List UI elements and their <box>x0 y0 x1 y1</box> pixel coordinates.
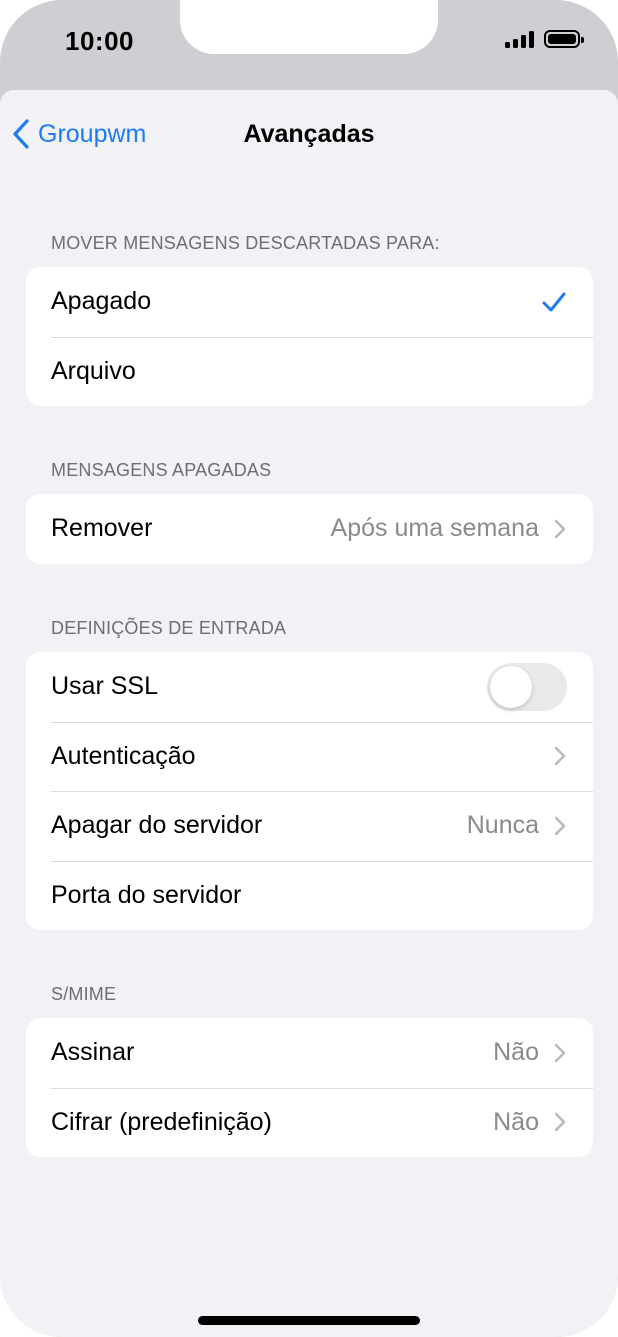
status-bar: 10:00 <box>0 0 618 90</box>
sign-label: Assinar <box>51 1038 135 1067</box>
checkmark-icon <box>542 292 566 312</box>
status-time: 10:00 <box>65 26 134 56</box>
option-arquivo[interactable]: Arquivo <box>26 336 593 407</box>
home-indicator[interactable] <box>198 1316 420 1325</box>
chevron-right-icon <box>554 747 566 766</box>
section-header-move-deleted: MOVER MENSAGENS DESCARTADAS PARA: <box>51 233 440 253</box>
page-title: Avançadas <box>243 120 375 148</box>
chevron-right-icon <box>554 1113 566 1132</box>
encrypt-label: Cifrar (predefinição) <box>51 1107 272 1136</box>
delete-from-server-row[interactable]: Apagar do servidor Nunca <box>26 791 593 861</box>
signal-icon <box>505 30 534 48</box>
status-icons <box>505 30 584 48</box>
remove-label: Remover <box>51 514 153 543</box>
delete-from-server-label: Apagar do servidor <box>51 811 263 840</box>
chevron-right-icon <box>554 1043 566 1062</box>
section-header-deleted-messages: MENSAGENS APAGADAS <box>51 460 272 480</box>
smime-group: Assinar Não Cifrar (predefinição) Não <box>26 1018 593 1157</box>
server-port-row[interactable]: Porta do servidor <box>26 860 593 931</box>
sign-value: Não <box>493 1038 539 1067</box>
option-label: Apagado <box>51 287 152 316</box>
use-ssl-toggle[interactable] <box>487 662 567 711</box>
remove-row[interactable]: Remover Após uma semana <box>26 494 593 564</box>
encrypt-value: Não <box>493 1107 539 1136</box>
navigation-bar: Groupwm Avançadas <box>0 90 618 180</box>
remove-value: Após uma semana <box>330 514 539 543</box>
chevron-right-icon <box>554 519 566 538</box>
settings-screen: Groupwm Avançadas MOVER MENSAGENS DESCAR… <box>0 90 618 1337</box>
option-apagado[interactable]: Apagado <box>26 267 593 337</box>
toggle-knob <box>490 665 532 708</box>
encrypt-row[interactable]: Cifrar (predefinição) Não <box>26 1087 593 1158</box>
use-ssl-row: Usar SSL <box>26 652 593 722</box>
use-ssl-label: Usar SSL <box>51 672 158 701</box>
notch <box>180 0 438 54</box>
authentication-row[interactable]: Autenticação <box>26 721 593 792</box>
server-port-label: Porta do servidor <box>51 880 242 909</box>
section-header-smime: S/MIME <box>51 984 117 1004</box>
delete-from-server-value: Nunca <box>466 811 539 840</box>
phone-frame: 10:00 Groupwm Avançadas MOVER MENSAGENS … <box>0 0 618 1337</box>
authentication-label: Autenticação <box>51 741 196 770</box>
deleted-messages-group: Remover Após uma semana <box>26 494 593 564</box>
option-label: Arquivo <box>51 356 136 385</box>
incoming-settings-group: Usar SSL Autenticação Apagar do servidor… <box>26 652 593 930</box>
chevron-right-icon <box>554 816 566 835</box>
move-deleted-group: Apagado Arquivo <box>26 267 593 406</box>
sign-row[interactable]: Assinar Não <box>26 1018 593 1088</box>
section-header-incoming: DEFINIÇÕES DE ENTRADA <box>51 618 287 638</box>
battery-icon <box>544 30 584 48</box>
